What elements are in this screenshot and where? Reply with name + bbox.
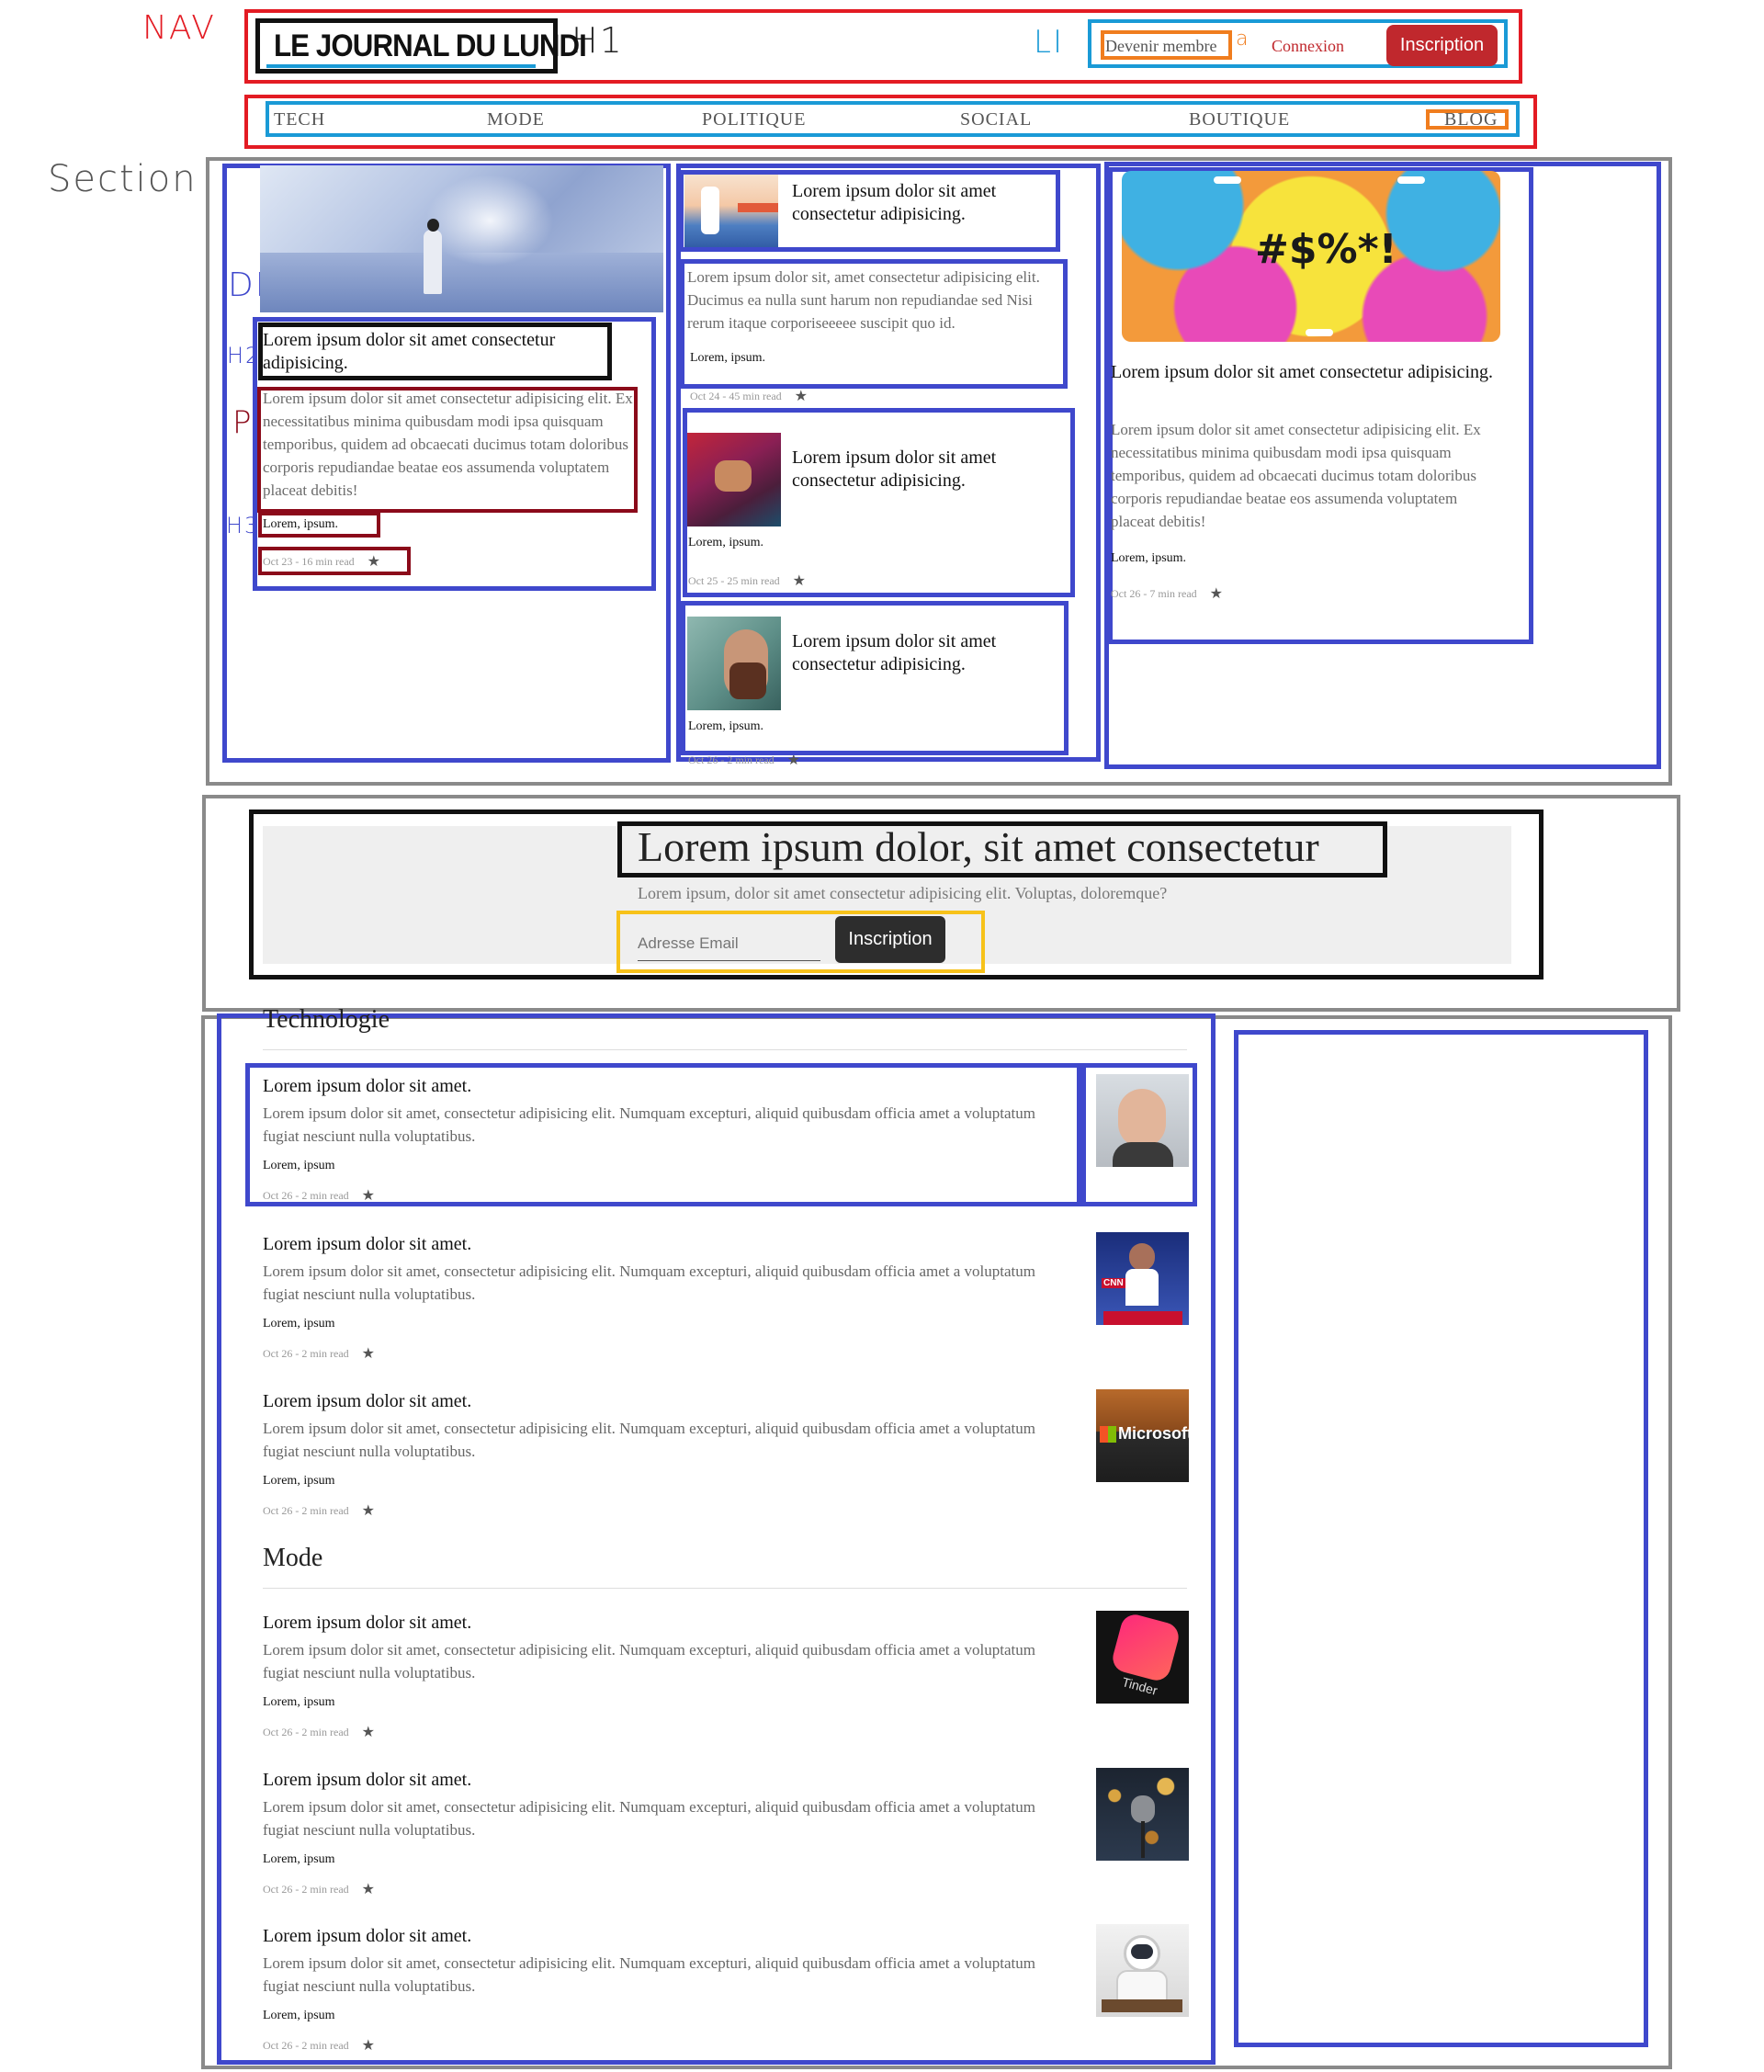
nav-blog[interactable]: BLOG (1444, 109, 1498, 130)
mode-1-text: Lorem ipsum dolor sit amet, consectetur … (263, 1641, 1035, 1681)
right-title[interactable]: Lorem ipsum dolor sit amet consectetur a… (1111, 361, 1497, 384)
newsletter-subtitle: Lorem ipsum, dolor sit amet consectetur … (638, 884, 1168, 902)
tech-1-meta: Oct 26 - 2 min read ★ (263, 1186, 375, 1205)
bookmark-star-icon[interactable]: ★ (362, 1880, 375, 1898)
featured-main-author: Lorem, ipsum. (263, 517, 339, 531)
bookmark-star-icon[interactable]: ★ (795, 387, 808, 405)
tech-3-author: Lorem, ipsum (263, 1474, 335, 1488)
bookmark-star-icon[interactable]: ★ (1210, 584, 1223, 603)
mode-3-title[interactable]: Lorem ipsum dolor sit amet. (263, 1926, 471, 1947)
tech-divider (263, 1049, 1187, 1050)
mode-2-author: Lorem, ipsum (263, 1852, 335, 1866)
middle-2-author: Lorem, ipsum. (688, 536, 764, 549)
cnn-text: CNN (1102, 1278, 1125, 1288)
nav-politique[interactable]: POLITIQUE (702, 109, 806, 130)
tech-2-meta: Oct 26 - 2 min read ★ (263, 1344, 375, 1363)
nav-social[interactable]: SOCIAL (960, 109, 1032, 130)
annotation-section: Section (48, 158, 198, 200)
mode-1-title[interactable]: Lorem ipsum dolor sit amet. (263, 1613, 471, 1634)
middle-3-title[interactable]: Lorem ipsum dolor sit amet consectetur a… (792, 630, 1040, 676)
middle-1-meta: Oct 24 - 45 min read ★ (690, 387, 808, 405)
middle-2-meta: Oct 25 - 25 min read ★ (688, 572, 806, 590)
mode-1-author: Lorem, ipsum (263, 1695, 335, 1709)
mode-divider (263, 1588, 1187, 1589)
tech-3-meta: Oct 26 - 2 min read ★ (263, 1501, 375, 1520)
mode-1-meta: Oct 26 - 2 min read ★ (263, 1723, 375, 1741)
mode-3-text: Lorem ipsum dolor sit amet, consectetur … (263, 1954, 1035, 1995)
annotation-nav: NAV (142, 9, 216, 47)
nav-boutique[interactable]: BOUTIQUE (1189, 109, 1290, 130)
site-logo[interactable]: LE JOURNAL DU LUNDI (274, 28, 587, 64)
middle-3-author: Lorem, ipsum. (688, 719, 764, 733)
mode-2-text: Lorem ipsum dolor sit amet, consectetur … (263, 1798, 1035, 1839)
tech-1-title[interactable]: Lorem ipsum dolor sit amet. (263, 1076, 471, 1097)
bookmark-star-icon[interactable]: ★ (368, 552, 380, 571)
tech-3-thumb[interactable]: Microsoft (1096, 1389, 1189, 1482)
featured-main-image[interactable] (260, 165, 663, 312)
newsletter-signup-button[interactable]: Inscription (835, 916, 945, 963)
middle-1-author: Lorem, ipsum. (690, 351, 766, 365)
middle-1-text: Lorem ipsum dolor sit, amet consectetur … (687, 268, 1040, 332)
microsoft-logo-icon (1100, 1426, 1116, 1443)
mode-3-thumb[interactable] (1096, 1924, 1189, 2017)
tech-2-title[interactable]: Lorem ipsum dolor sit amet. (263, 1234, 471, 1255)
microsoft-text: Microsoft (1118, 1424, 1189, 1443)
mode-2-title[interactable]: Lorem ipsum dolor sit amet. (263, 1770, 471, 1791)
right-author: Lorem, ipsum. (1111, 551, 1187, 565)
tech-2-thumb[interactable]: CNN (1096, 1232, 1189, 1325)
mode-2-thumb[interactable] (1096, 1768, 1189, 1861)
middle-2-title[interactable]: Lorem ipsum dolor sit amet consectetur a… (792, 447, 1040, 493)
right-meta: Oct 26 - 7 min read ★ (1111, 584, 1223, 603)
bookmark-star-icon[interactable]: ★ (787, 755, 800, 764)
right-text: Lorem ipsum dolor sit amet consectetur a… (1111, 421, 1481, 530)
tech-1-author: Lorem, ipsum (263, 1159, 335, 1172)
tech-3-text: Lorem ipsum dolor sit amet, consectetur … (263, 1420, 1035, 1460)
menu-li-box-annotation (266, 101, 1520, 137)
featured-main-meta: Oct 23 - 16 min read ★ (263, 552, 380, 571)
featured-main-text: Lorem ipsum dolor sit amet consectetur a… (263, 390, 633, 499)
login-link[interactable]: Connexion (1272, 37, 1344, 56)
logo-underline (266, 64, 536, 68)
middle-3-image[interactable] (687, 617, 781, 710)
middle-2-image[interactable] (687, 433, 781, 526)
microphone-icon (1131, 1795, 1155, 1823)
tech-3-title[interactable]: Lorem ipsum dolor sit amet. (263, 1391, 471, 1412)
newsletter-title: Lorem ipsum dolor, sit amet consectetur (638, 823, 1319, 870)
tech-1-text: Lorem ipsum dolor sit amet, consectetur … (263, 1104, 1035, 1145)
bookmark-star-icon[interactable]: ★ (362, 1344, 375, 1363)
sidebar-box (1234, 1030, 1648, 2047)
tinder-app-icon (1109, 1611, 1182, 1684)
bookmark-star-icon[interactable]: ★ (793, 572, 806, 590)
become-member-link[interactable]: Devenir membre (1105, 37, 1216, 56)
middle-3-meta: Oct 26 - 2 min read ★ (688, 755, 800, 764)
section-heading-tech: Technologie (263, 1005, 390, 1033)
bookmark-star-icon[interactable]: ★ (362, 1186, 375, 1205)
right-feature-image[interactable]: #$%*! (1122, 171, 1500, 342)
nav-tech[interactable]: TECH (274, 109, 325, 130)
middle-1-title[interactable]: Lorem ipsum dolor sit amet consectetur a… (792, 180, 1040, 226)
email-input[interactable] (638, 926, 820, 961)
right-feature-image-text: #$%*! (1255, 226, 1397, 273)
bookmark-star-icon[interactable]: ★ (362, 1501, 375, 1520)
signup-button[interactable]: Inscription (1386, 25, 1498, 66)
section-heading-mode: Mode (263, 1544, 323, 1572)
nav-mode[interactable]: MODE (487, 109, 545, 130)
featured-main-title[interactable]: Lorem ipsum dolor sit amet consectetur a… (263, 329, 603, 375)
bookmark-star-icon[interactable]: ★ (362, 1723, 375, 1741)
tech-1-thumb[interactable] (1096, 1074, 1189, 1167)
tech-2-author: Lorem, ipsum (263, 1317, 335, 1330)
mode-3-author: Lorem, ipsum (263, 2009, 335, 2022)
mode-2-meta: Oct 26 - 2 min read ★ (263, 1880, 375, 1898)
tech-2-text: Lorem ipsum dolor sit amet, consectetur … (263, 1262, 1035, 1303)
mode-3-meta: Oct 26 - 2 min read ★ (263, 2036, 375, 2055)
bookmark-star-icon[interactable]: ★ (362, 2036, 375, 2055)
mode-1-thumb[interactable]: Tinder (1096, 1611, 1189, 1704)
